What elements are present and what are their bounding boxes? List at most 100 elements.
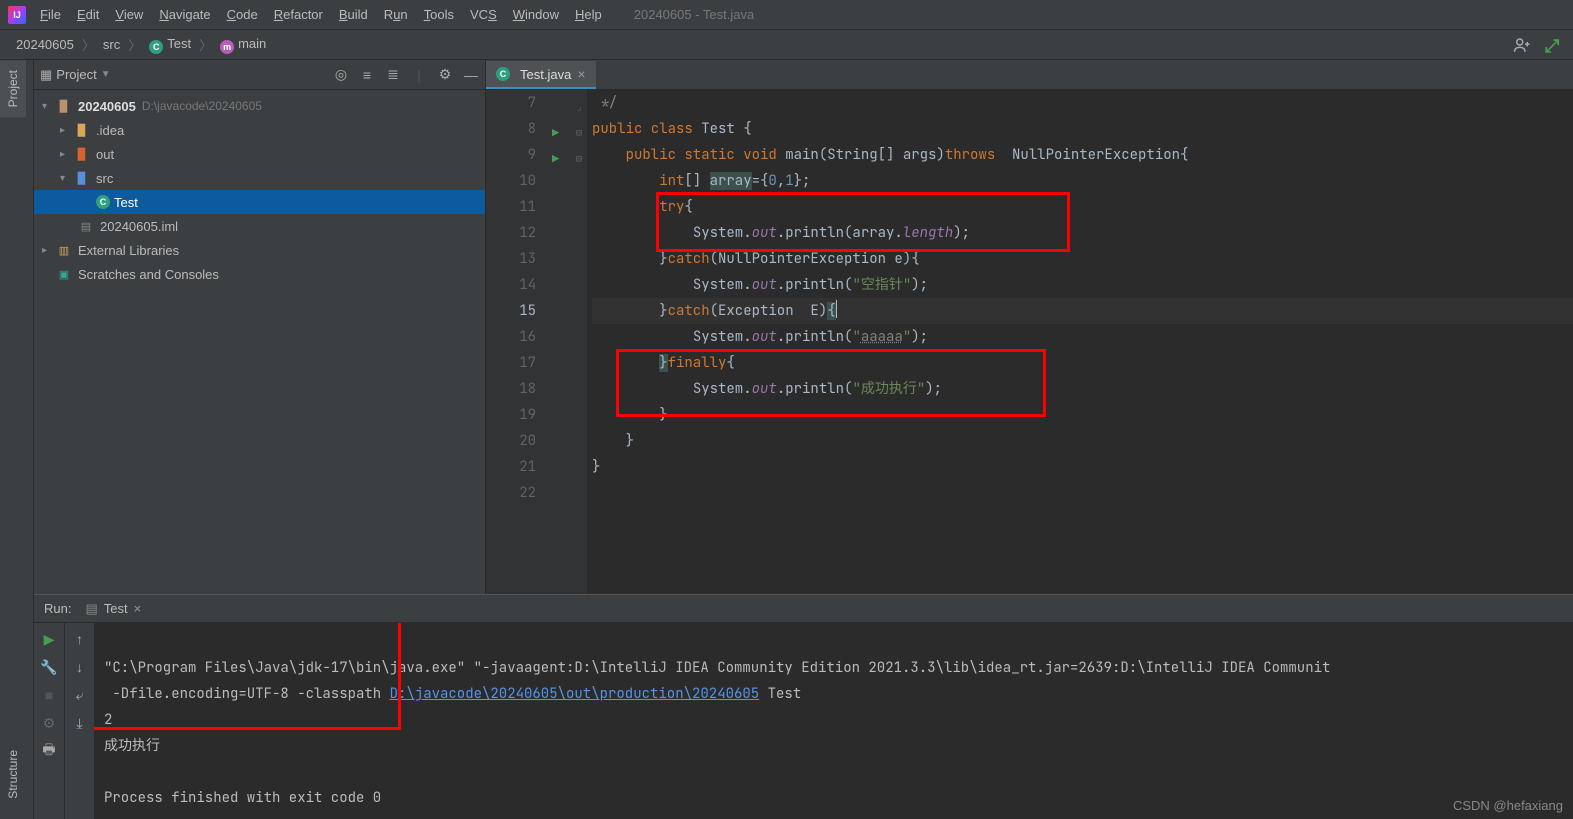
wrench-icon[interactable]: 🔧 (39, 657, 59, 677)
chevron-right-icon: 〉 (82, 35, 95, 54)
watermark: CSDN @hefaxiang (1453, 798, 1563, 813)
tree-root[interactable]: ▾ ▉ 20240605 D:\javacode\20240605 (34, 94, 485, 118)
chevron-right-icon: ▸ (60, 149, 74, 160)
tree-item-label: 20240605.iml (100, 219, 178, 234)
project-tree: ▾ ▉ 20240605 D:\javacode\20240605 ▸ ▉ .i… (34, 90, 485, 290)
tree-item-label: Scratches and Consoles (78, 267, 219, 282)
arrow-up-icon[interactable]: ↑ (70, 629, 90, 649)
run-toolbar-left: ▶ 🔧 ■ ⚙ 🖶 (34, 623, 64, 819)
editor-tab-label: Test.java (520, 67, 571, 82)
chevron-down-icon: ▼ (101, 69, 111, 80)
menu-help[interactable]: Help (567, 3, 610, 26)
chevron-down-icon: ▾ (60, 173, 74, 184)
project-view-selector[interactable]: ▦ Project ▼ (40, 67, 111, 83)
chevron-right-icon: ▸ (42, 245, 56, 256)
class-icon: C (96, 195, 110, 209)
code-editor[interactable]: 78910111213141516171819202122 ▶ ▶ ⌟ ⊟ ⊟ … (486, 90, 1573, 594)
run-gutter: ▶ ▶ (546, 90, 574, 594)
console-line: 2 (104, 711, 112, 729)
expand-all-icon[interactable]: ≡ (359, 67, 375, 83)
tree-iml-file[interactable]: ▤ 20240605.iml (34, 214, 485, 238)
chevron-right-icon: 〉 (199, 35, 212, 54)
run-toolbar-2: ↑ ↓ ⤶ ⤓ (64, 623, 94, 819)
class-icon: C (149, 40, 163, 54)
structure-tool-tab[interactable]: Structure (0, 740, 26, 809)
scroll-end-icon[interactable]: ⤓ (70, 713, 90, 733)
folder-icon: ▉ (74, 146, 90, 162)
chevron-right-icon: ▸ (60, 125, 74, 136)
breadcrumb-method-label: main (238, 36, 266, 51)
run-line-icon[interactable]: ▶ (552, 120, 559, 146)
close-icon[interactable]: × (577, 66, 585, 82)
menu-edit[interactable]: Edit (69, 3, 107, 26)
arrow-down-icon[interactable]: ↓ (70, 657, 90, 677)
menu-build[interactable]: Build (331, 3, 376, 26)
menu-file[interactable]: File (32, 3, 69, 26)
editor-tab-test[interactable]: C Test.java × (486, 61, 596, 89)
menu-navigate[interactable]: Navigate (151, 3, 218, 26)
source-folder-icon: ▉ (74, 170, 90, 186)
print-icon[interactable]: 🖶 (39, 741, 59, 761)
divider-icon: | (411, 67, 427, 83)
run-tab[interactable]: ▤ Test × (79, 599, 147, 619)
tree-src-folder[interactable]: ▾ ▉ src (34, 166, 485, 190)
scratch-icon: ▣ (56, 266, 72, 282)
console-link[interactable]: D:\javacode\20240605\out\production\2024… (390, 685, 760, 703)
fold-open-icon[interactable]: ⊟ (576, 146, 582, 172)
stop-icon[interactable]: ■ (39, 685, 59, 705)
tree-idea-folder[interactable]: ▸ ▉ .idea (34, 118, 485, 142)
menu-run[interactable]: Run (376, 3, 416, 26)
editor-tabs: C Test.java × (486, 60, 1573, 90)
collapse-all-icon[interactable]: ≣ (385, 67, 401, 83)
project-tool-tab[interactable]: Project (0, 60, 26, 117)
soft-wrap-icon[interactable]: ⤶ (70, 685, 90, 705)
run-tool-window: Run: ▤ Test × ▶ 🔧 ■ ⚙ 🖶 ↑ ↓ ⤶ ⤓ "C:\Prog… (34, 594, 1573, 819)
run-header: Run: ▤ Test × (34, 595, 1573, 623)
menu-window[interactable]: Window (505, 3, 567, 26)
menu-refactor[interactable]: Refactor (266, 3, 331, 26)
tree-test-class[interactable]: C Test (34, 190, 485, 214)
fold-open-icon[interactable]: ⊟ (576, 120, 582, 146)
breadcrumb-class-label: Test (167, 36, 191, 51)
tree-item-label: .idea (96, 123, 124, 138)
breadcrumb-root[interactable]: 20240605 (10, 35, 80, 54)
line-number-gutter: 78910111213141516171819202122 (486, 90, 546, 594)
locate-icon[interactable]: ◎ (333, 67, 349, 83)
breadcrumb-method[interactable]: mmain (214, 34, 272, 56)
run-config-icon: ▤ (85, 601, 97, 617)
fold-end-icon[interactable]: ⌟ (576, 94, 582, 120)
gear-icon[interactable]: ⚙ (437, 67, 453, 83)
chevron-right-icon: 〉 (128, 35, 141, 54)
tree-scratches[interactable]: ▣ Scratches and Consoles (34, 262, 485, 286)
console-line: 成功执行 (104, 737, 160, 755)
console-line: -Dfile.encoding=UTF-8 -classpath (104, 685, 390, 703)
tree-root-label: 20240605 (78, 99, 136, 114)
method-icon: m (220, 40, 234, 54)
tree-external-libs[interactable]: ▸ ▥ External Libraries (34, 238, 485, 262)
breadcrumb-src[interactable]: src (97, 35, 126, 54)
tree-out-folder[interactable]: ▸ ▉ out (34, 142, 485, 166)
navigation-bar: 20240605 〉 src 〉 C Test 〉 mmain ⤢ (0, 30, 1573, 60)
console-output[interactable]: "C:\Program Files\Java\jdk-17\bin\java.e… (94, 623, 1573, 819)
run-line-icon[interactable]: ▶ (552, 146, 559, 172)
menu-bar: IJ File Edit View Navigate Code Refactor… (0, 0, 1573, 30)
code-content[interactable]: */ public class Test { public static voi… (588, 90, 1573, 594)
menu-code[interactable]: Code (219, 3, 266, 26)
rerun-icon[interactable]: ▶ (39, 629, 59, 649)
user-icon[interactable] (1513, 36, 1531, 54)
menu-vcs[interactable]: VCS (462, 3, 505, 26)
menu-view[interactable]: View (107, 3, 151, 26)
hide-icon[interactable]: — (463, 67, 479, 83)
menu-tools[interactable]: Tools (416, 3, 462, 26)
breadcrumb-class[interactable]: C Test (143, 34, 197, 56)
console-line: Test (759, 685, 801, 703)
search-everywhere-icon[interactable]: ⤢ (1545, 36, 1563, 54)
close-icon[interactable]: × (134, 601, 142, 616)
class-icon: C (496, 67, 510, 81)
gear-icon[interactable]: ⚙ (39, 713, 59, 733)
tree-item-label: External Libraries (78, 243, 179, 258)
fold-gutter: ⌟ ⊟ ⊟ (574, 90, 588, 594)
run-tab-label: Test (104, 601, 128, 616)
project-panel-title: Project (56, 67, 96, 82)
project-panel-header: ▦ Project ▼ ◎ ≡ ≣ | ⚙ — (34, 60, 485, 90)
